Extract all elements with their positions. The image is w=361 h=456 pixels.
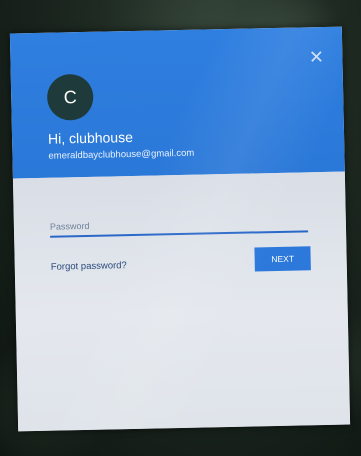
sign-in-dialog: ✕ C Hi, clubhouse emeraldbayclubhouse@gm… (9, 26, 351, 432)
dialog-header: ✕ C Hi, clubhouse emeraldbayclubhouse@gm… (9, 26, 345, 179)
close-icon[interactable]: ✕ (308, 47, 325, 67)
account-email: emeraldbayclubhouse@gmail.com (48, 147, 195, 162)
dialog-body (12, 171, 351, 432)
avatar: C (46, 73, 94, 121)
forgot-password-link[interactable]: Forgot password? (51, 260, 127, 273)
greeting-title: Hi, clubhouse (47, 128, 134, 147)
next-button[interactable]: NEXT (254, 246, 311, 272)
